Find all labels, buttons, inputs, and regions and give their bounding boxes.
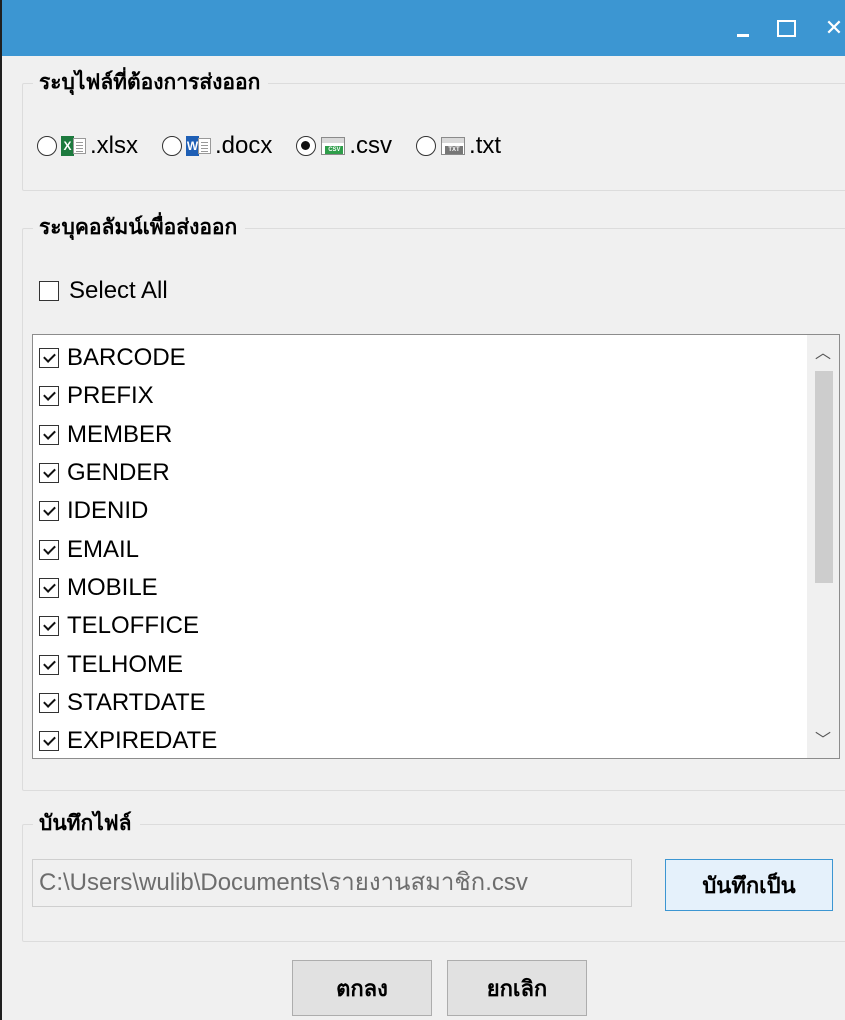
checkbox[interactable] [39,281,59,301]
radio-docx-label: .docx [215,132,273,159]
column-item-expiredate[interactable]: EXPIREDATE [39,722,218,758]
checkbox[interactable] [39,692,59,713]
column-item-prefix[interactable]: PREFIX [39,377,217,415]
radio-docx[interactable]: W .docx [162,132,272,160]
radio-button[interactable] [296,136,317,156]
file-path-field[interactable]: C:\Users\wulib\Documents\รายงานสมาชิก.cs… [32,859,632,907]
column-list-items: BARCODE PREFIX MEMBER GENDER IDENID EMAI… [39,339,218,758]
chevron-up-icon[interactable]: ︿ [807,339,839,369]
column-item-mobile[interactable]: MOBILE [39,569,217,607]
checkbox[interactable] [39,616,59,637]
column-item-telhome[interactable]: TELHOME [39,645,217,683]
export-dialog: ✕ ระบุไฟล์ที่ต้องการส่งออก X .xlsx W .do… [0,0,845,1020]
list-item-label: TELHOME [67,650,184,678]
radio-csv-label: .csv [349,132,393,159]
list-item-label: PREFIX [67,382,154,410]
list-item-label: EMAIL [67,535,140,563]
checkbox[interactable] [39,348,59,369]
title-bar: ✕ [2,0,845,56]
radio-txt-label: .txt [469,132,502,159]
file-type-group: ระบุไฟล์ที่ต้องการส่งออก X .xlsx W .docx… [22,70,845,191]
checkbox[interactable] [39,501,59,522]
column-item-member[interactable]: MEMBER [39,416,217,454]
save-file-group-title: บันทึกไฟล์ [33,811,140,837]
column-item-gender[interactable]: GENDER [39,454,217,492]
list-scrollbar[interactable]: ︿ ﹀ [807,335,839,758]
csv-file-icon: CSV [320,136,346,156]
chevron-down-icon[interactable]: ﹀ [807,726,839,756]
save-file-group: บันทึกไฟล์ C:\Users\wulib\Documents\รายง… [22,811,845,942]
txt-file-icon: TXT [440,136,466,156]
checkbox[interactable] [39,463,59,484]
maximize-button[interactable] [770,12,802,44]
radio-button[interactable] [37,136,57,156]
close-icon: ✕ [824,15,844,40]
file-type-group-title: ระบุไฟล์ที่ต้องการส่งออก [33,70,269,96]
maximize-icon [776,19,796,37]
column-item-barcode[interactable]: BARCODE [39,339,217,377]
list-item-label: MEMBER [67,420,173,448]
radio-xlsx-label: .xlsx [90,132,138,159]
scrollbar-thumb[interactable] [815,371,833,583]
radio-txt[interactable]: TXT .txt [416,132,501,160]
list-item-label: GENDER [67,459,170,487]
column-item-idenid[interactable]: IDENID [39,492,217,530]
excel-file-icon: X [61,136,87,156]
select-all-label: Select All [69,277,168,304]
file-type-options: X .xlsx W .docx CSV .csv TXT .txt [37,132,525,160]
column-list[interactable]: BARCODE PREFIX MEMBER GENDER IDENID EMAI… [32,334,840,759]
word-file-icon: W [186,136,212,156]
close-button[interactable]: ✕ [818,12,845,44]
column-item-teloffice[interactable]: TELOFFICE [39,607,217,645]
radio-xlsx[interactable]: X .xlsx [37,132,138,160]
select-all-checkbox[interactable]: Select All [39,277,168,305]
columns-group-title: ระบุคอลัมน์เพื่อส่งออก [33,215,246,241]
checkbox[interactable] [39,386,59,407]
save-as-button[interactable]: บันทึกเป็น [665,859,833,911]
ok-button[interactable]: ตกลง [292,960,432,1016]
checkbox[interactable] [39,731,59,752]
list-item-label: IDENID [67,497,149,525]
checkbox[interactable] [39,424,59,445]
radio-button[interactable] [416,136,437,156]
minimize-button[interactable] [727,12,759,44]
minimize-icon [737,33,749,37]
list-item-label: BARCODE [67,344,186,372]
checkbox[interactable] [39,577,59,598]
columns-group: ระบุคอลัมน์เพื่อส่งออก Select All BARCOD… [22,215,845,791]
radio-csv[interactable]: CSV .csv [296,132,392,160]
radio-button[interactable] [162,136,182,156]
checkbox[interactable] [39,539,59,560]
cancel-button[interactable]: ยกเลิก [447,960,587,1016]
list-item-label: TELOFFICE [67,612,200,640]
list-item-label: STARTDATE [67,688,206,716]
list-item-label: MOBILE [67,573,158,601]
column-item-email[interactable]: EMAIL [39,530,217,568]
column-item-startdate[interactable]: STARTDATE [39,684,217,722]
checkbox[interactable] [39,654,59,675]
list-item-label: EXPIREDATE [67,727,218,755]
